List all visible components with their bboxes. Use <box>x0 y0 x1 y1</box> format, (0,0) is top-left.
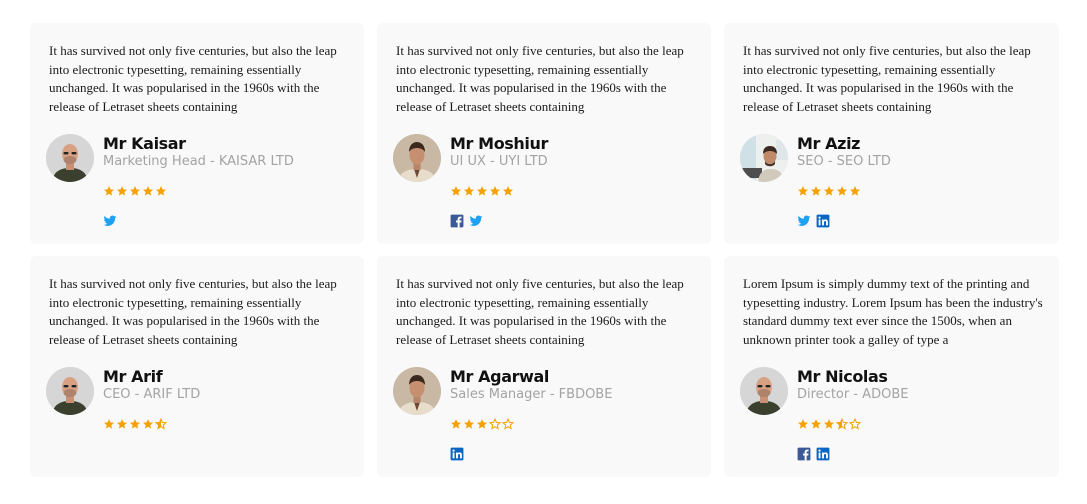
testimonials-grid: It has survived not only five centuries,… <box>30 23 1059 477</box>
testimonial-quote: It has survived not only five centuries,… <box>49 43 337 115</box>
testimonial-card: It has survived not only five centuries,… <box>377 256 711 477</box>
social-links <box>797 447 830 461</box>
testimonial-role: UI UX - UYI LTD <box>450 154 548 169</box>
star-icon <box>503 186 513 196</box>
social-links <box>450 447 464 461</box>
star-rating <box>103 418 167 430</box>
star-rating <box>797 418 861 430</box>
half-star-icon <box>836 418 848 430</box>
star-icon <box>143 419 153 429</box>
testimonial-name: Mr Kaisar <box>103 134 186 153</box>
avatar <box>740 367 788 415</box>
star-icon <box>130 419 140 429</box>
star-rating <box>450 418 514 430</box>
testimonial-card: It has survived not only five centuries,… <box>377 23 711 244</box>
testimonial-card: It has survived not only five centuries,… <box>30 256 364 477</box>
testimonial-card: Lorem Ipsum is simply dummy text of the … <box>724 256 1059 477</box>
star-icon <box>798 419 808 429</box>
star-icon <box>464 186 474 196</box>
facebook-icon[interactable] <box>797 447 811 461</box>
star-icon <box>104 186 114 196</box>
testimonial-name: Mr Moshiur <box>450 134 548 153</box>
star-icon <box>117 186 127 196</box>
avatar <box>393 367 441 415</box>
social-links <box>103 214 117 228</box>
empty-star-icon <box>489 418 501 430</box>
avatar <box>46 134 94 182</box>
testimonial-role: SEO - SEO LTD <box>797 154 891 169</box>
testimonial-role: Director - ADOBE <box>797 387 909 402</box>
star-icon <box>798 186 808 196</box>
testimonial-card: It has survived not only five centuries,… <box>724 23 1059 244</box>
star-icon <box>824 186 834 196</box>
linkedin-icon[interactable] <box>816 447 830 461</box>
testimonial-quote: It has survived not only five centuries,… <box>396 43 684 115</box>
testimonial-name: Mr Arif <box>103 367 163 386</box>
avatar <box>46 367 94 415</box>
social-links <box>450 214 483 228</box>
avatar <box>393 134 441 182</box>
star-icon <box>811 186 821 196</box>
linkedin-icon[interactable] <box>450 447 464 461</box>
social-links <box>797 214 830 228</box>
empty-star-icon <box>502 418 514 430</box>
star-icon <box>850 186 860 196</box>
testimonial-quote: Lorem Ipsum is simply dummy text of the … <box>743 276 1043 348</box>
facebook-icon[interactable] <box>450 214 464 228</box>
star-icon <box>477 186 487 196</box>
star-icon <box>117 419 127 429</box>
star-icon <box>464 419 474 429</box>
star-icon <box>451 419 461 429</box>
twitter-icon[interactable] <box>797 214 811 228</box>
star-icon <box>104 419 114 429</box>
testimonial-quote: It has survived not only five centuries,… <box>49 276 337 348</box>
star-icon <box>837 186 847 196</box>
testimonial-name: Mr Agarwal <box>450 367 549 386</box>
twitter-icon[interactable] <box>103 214 117 228</box>
testimonial-quote: It has survived not only five centuries,… <box>743 43 1031 115</box>
star-icon <box>477 419 487 429</box>
star-rating <box>797 185 861 197</box>
star-icon <box>451 186 461 196</box>
twitter-icon[interactable] <box>469 214 483 228</box>
empty-star-icon <box>849 418 861 430</box>
star-icon <box>156 186 166 196</box>
testimonial-role: Sales Manager - FBDOBE <box>450 387 613 402</box>
testimonial-role: Marketing Head - KAISAR LTD <box>103 154 294 169</box>
avatar <box>740 134 788 182</box>
star-icon <box>143 186 153 196</box>
testimonial-role: CEO - ARIF LTD <box>103 387 201 402</box>
half-star-icon <box>155 418 167 430</box>
star-icon <box>824 419 834 429</box>
testimonial-quote: It has survived not only five centuries,… <box>396 276 684 348</box>
star-rating <box>450 185 514 197</box>
linkedin-icon[interactable] <box>816 214 830 228</box>
star-icon <box>130 186 140 196</box>
testimonial-name: Mr Nicolas <box>797 367 888 386</box>
star-rating <box>103 185 167 197</box>
star-icon <box>811 419 821 429</box>
testimonial-card: It has survived not only five centuries,… <box>30 23 364 244</box>
star-icon <box>490 186 500 196</box>
testimonial-name: Mr Aziz <box>797 134 861 153</box>
